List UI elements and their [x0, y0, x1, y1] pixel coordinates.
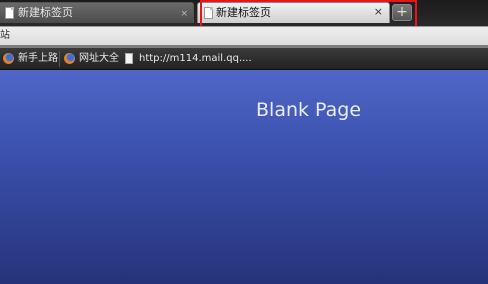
bookmarks-bar: 新手上路 网址大全 http://m114.mail.qq.... [0, 48, 488, 70]
bookmark-separator [59, 51, 60, 67]
tab-1-label: 新建标签页 [18, 6, 73, 19]
firefox-icon [3, 53, 14, 64]
page-icon [5, 7, 14, 19]
page-content: Blank Page [0, 70, 488, 284]
bookmark-label: 新手上路 [18, 53, 58, 64]
bookmark-label: http://m114.mail.qq.... [139, 53, 252, 64]
page-title: Blank Page [256, 99, 362, 121]
tab-1[interactable]: 新建标签页 × [0, 2, 194, 23]
address-bar[interactable]: 站 [0, 26, 488, 45]
close-icon[interactable]: × [180, 7, 188, 21]
address-text: 站 [0, 30, 10, 41]
bookmark-label: 网址大全 [79, 53, 119, 64]
page-icon [125, 53, 133, 64]
firefox-icon [64, 53, 75, 64]
